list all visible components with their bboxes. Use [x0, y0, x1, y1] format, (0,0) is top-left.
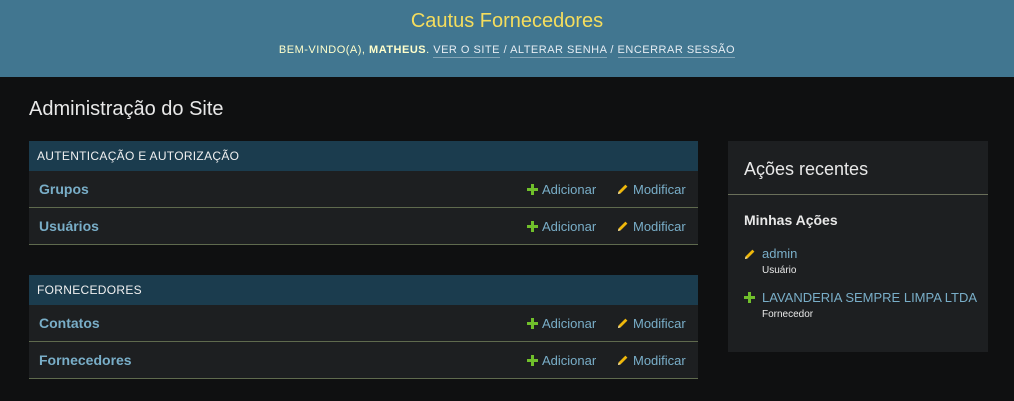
- plus-icon: [527, 221, 538, 232]
- model-link-grupos[interactable]: Grupos: [39, 181, 89, 197]
- app-module-auth: Autenticação e Autorização Grupos Adicio…: [29, 141, 698, 245]
- change-password-link[interactable]: Alterar senha: [510, 44, 607, 58]
- header: Cautus Fornecedores Bem-vindo(a), Matheu…: [0, 0, 1014, 77]
- separator: /: [503, 44, 508, 56]
- recent-actions-title: Ações recentes: [744, 159, 869, 179]
- model-row-grupos: Grupos Adicionar Modificar: [29, 171, 698, 208]
- recent-item-type: Usuário: [762, 265, 797, 276]
- model-row-contatos: Contatos Adicionar Modificar: [29, 305, 698, 342]
- change-usuarios-button[interactable]: Modificar: [617, 219, 686, 234]
- change-contatos-button[interactable]: Modificar: [617, 316, 686, 331]
- app-module-fornecedores: Fornecedores Contatos Adicionar Modifica…: [29, 275, 698, 379]
- change-fornecedores-button[interactable]: Modificar: [617, 353, 686, 368]
- model-link-fornecedores[interactable]: Fornecedores: [39, 352, 132, 368]
- pencil-icon: [745, 249, 755, 259]
- plus-icon: [744, 292, 755, 303]
- change-grupos-button[interactable]: Modificar: [617, 182, 686, 197]
- user-tools: Bem-vindo(a), Matheus. Ver o site / Alte…: [278, 44, 736, 58]
- model-link-contatos[interactable]: Contatos: [39, 315, 100, 331]
- plus-icon: [527, 184, 538, 195]
- divider: [728, 194, 988, 195]
- recent-item-type: Fornecedor: [762, 309, 814, 320]
- pencil-icon: [618, 184, 628, 194]
- recent-item-link[interactable]: admin: [762, 246, 797, 261]
- view-site-link[interactable]: Ver o site: [433, 44, 500, 58]
- module-caption[interactable]: Fornecedores: [29, 275, 698, 305]
- model-row-usuarios: Usuários Adicionar Modificar: [29, 208, 698, 245]
- page-title: Administração do Site: [29, 98, 224, 120]
- username: Matheus: [369, 44, 427, 56]
- separator: /: [610, 44, 614, 56]
- add-fornecedores-button[interactable]: Adicionar: [527, 353, 596, 368]
- logout-link[interactable]: Encerrar sessão: [617, 44, 736, 58]
- plus-icon: [527, 355, 538, 366]
- add-contatos-button[interactable]: Adicionar: [527, 316, 596, 331]
- model-row-fornecedores: Fornecedores Adicionar Modificar: [29, 342, 698, 379]
- site-name[interactable]: Cautus Fornecedores: [0, 10, 1014, 33]
- recent-item-link[interactable]: LAVANDERIA SEMPRE LIMPA LTDA: [762, 290, 977, 305]
- module-caption[interactable]: Autenticação e Autorização: [29, 141, 698, 171]
- pencil-icon: [618, 221, 628, 231]
- recent-actions-panel: Ações recentes Minhas Ações admin Usuári…: [728, 141, 988, 352]
- plus-icon: [527, 318, 538, 329]
- welcome-text: Bem-vindo(a),: [278, 44, 366, 56]
- pencil-icon: [618, 355, 628, 365]
- model-link-usuarios[interactable]: Usuários: [39, 218, 99, 234]
- pencil-icon: [618, 318, 628, 328]
- add-grupos-button[interactable]: Adicionar: [527, 182, 596, 197]
- my-actions-title: Minhas Ações: [744, 212, 838, 228]
- add-usuarios-button[interactable]: Adicionar: [527, 219, 596, 234]
